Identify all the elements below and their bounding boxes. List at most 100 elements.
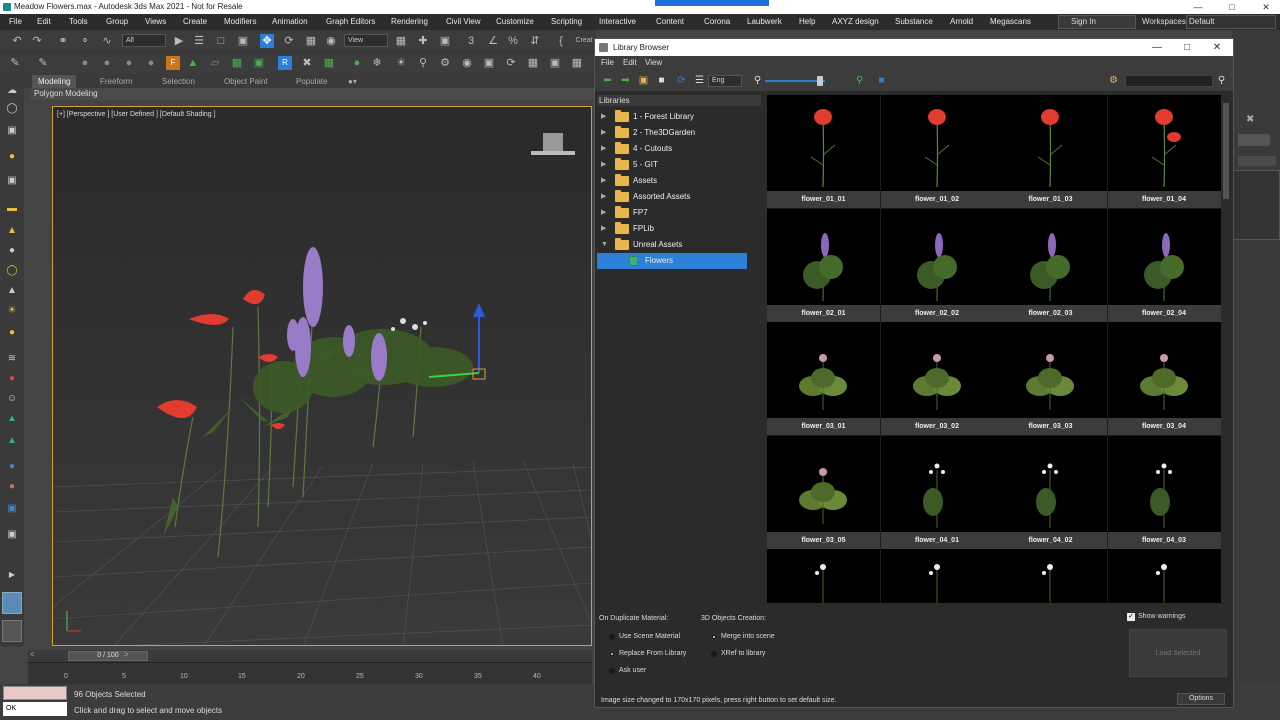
undo-icon[interactable]: ↶ [10,34,24,48]
select-manipulate-icon[interactable]: ▣ [438,34,452,48]
plant-icon[interactable]: ▲ [5,434,19,448]
brush-icon[interactable]: ✎ [8,56,22,70]
light-icon[interactable]: ● [350,56,364,70]
globe-icon[interactable]: ● [5,460,19,474]
asset-tile[interactable]: flower_02_02 [880,208,994,322]
menu-graph-editors[interactable]: Graph Editors [326,14,375,30]
close-icon[interactable]: ✕ [1254,0,1278,14]
library-search-input[interactable] [1125,75,1213,87]
asset-tile[interactable]: flower_03_02 [880,322,994,435]
load-selected-button[interactable]: Load Selected [1129,629,1227,677]
menu-help[interactable]: Help [799,14,815,30]
spring-icon[interactable]: ≋ [5,352,19,366]
workspace-select[interactable]: Default [1186,15,1276,29]
pivot-icon[interactable]: ▦ [394,34,408,48]
snaps-toggle-icon[interactable]: 3 [464,34,478,48]
menu-interactive[interactable]: Interactive [599,14,636,30]
place-icon[interactable]: ◉ [324,34,338,48]
link-icon[interactable]: ⚭ [56,34,70,48]
tree-node-forest-library[interactable]: ▶ 1 - Forest Library [597,109,749,125]
menu-customize[interactable]: Customize [496,14,534,30]
expand-arrow-icon[interactable]: ▶ [601,173,606,189]
network-icon[interactable]: ◉ [460,56,474,70]
prev-frame-icon[interactable]: < [30,650,35,659]
unlink-icon[interactable]: ⚬ [78,34,92,48]
asset-tile[interactable]: flower_01_02 [880,95,994,208]
radio-ask-user[interactable] [609,668,615,674]
zoom-slider-track[interactable] [765,80,825,82]
sphere3-icon[interactable]: ● [122,56,136,70]
railclone-icon[interactable]: R [278,56,292,70]
command-panel-dropdown[interactable] [1238,156,1276,166]
menu-create[interactable]: Create [183,14,207,30]
scrollbar-thumb[interactable] [1223,103,1229,199]
render-setup-icon[interactable]: ▣ [482,56,496,70]
render-iter-icon[interactable]: ▣ [548,56,562,70]
viewport-label[interactable]: [+] [Perspective ] [User Defined ] [Defa… [57,111,216,118]
library-menu-edit[interactable]: Edit [623,56,637,70]
back-arrow-icon[interactable]: ⬅ [601,74,614,87]
radio-use-scene-material[interactable] [609,634,615,640]
library-minimize-icon[interactable]: — [1145,39,1169,56]
menu-edit[interactable]: Edit [37,14,51,30]
redo-icon[interactable]: ↷ [30,34,44,48]
sphere-left-icon[interactable]: ● [5,244,19,258]
rect-selection-icon[interactable]: □ [214,34,228,48]
geosphere-icon[interactable]: ● [5,326,19,340]
time-slider[interactable]: 0 / 100 [68,651,148,661]
expand-arrow-icon[interactable]: ▶ [601,157,606,173]
tree-node-fp7[interactable]: ▶ FP7 [597,205,749,221]
tree-node-assets[interactable]: ▶ Assets [597,173,749,189]
sphere-icon[interactable]: ● [78,56,92,70]
menu-axyz[interactable]: AXYZ design [832,14,879,30]
tab-modeling[interactable]: Modeling [32,75,77,88]
library-close-icon[interactable]: ✕ [1205,39,1229,56]
asset-tile[interactable]: flower_02_04 [1107,208,1221,322]
menu-views[interactable]: Views [145,14,166,30]
menu-corona[interactable]: Corona [704,14,730,30]
tree-node-the3dgarden[interactable]: ▶ 2 - The3DGarden [597,125,749,141]
library-menu-file[interactable]: File [601,56,614,70]
menu-scripting[interactable]: Scripting [551,14,582,30]
timeline-ruler[interactable]: 0 5 10 15 20 25 30 35 40 [28,662,592,684]
options-button[interactable]: Options [1177,693,1225,705]
document-icon[interactable]: ▣ [5,528,19,542]
select-object-icon[interactable]: ▶ [172,34,186,48]
radio-replace-from-library[interactable] [609,651,615,657]
particles-icon[interactable]: ● [5,480,19,494]
asset-tile[interactable]: flower_04_01 [880,435,994,549]
render-icon[interactable]: ▦ [526,56,540,70]
torus-icon[interactable]: ◯ [5,264,19,278]
menu-rendering[interactable]: Rendering [391,14,428,30]
radio-merge-into-scene[interactable] [711,634,717,640]
show-warnings-checkbox[interactable]: ✓ [1127,613,1135,621]
asset-tile-partial[interactable] [880,549,994,603]
asset-tile[interactable]: flower_02_01 [767,208,880,322]
command-panel-icon[interactable]: ✖ [1246,114,1254,125]
table-icon[interactable]: ▦ [322,56,336,70]
search-icon[interactable]: ⚲ [1215,74,1228,87]
paint-icon[interactable]: ✎ [36,56,50,70]
tree-node-unreal-assets[interactable]: ▼ Unreal Assets [597,237,749,253]
asset-tile[interactable]: flower_03_05 [767,435,880,549]
cone-icon[interactable]: ▲ [5,224,19,238]
menu-modifiers[interactable]: Modifiers [224,14,256,30]
shapes-icon[interactable]: ◯ [5,102,19,116]
menu-content[interactable]: Content [656,14,684,30]
zoom-slider-handle[interactable] [817,76,823,86]
asset-tile[interactable]: flower_01_03 [994,95,1107,208]
asset-tile-partial[interactable] [767,549,880,603]
menu-file[interactable]: File [9,14,22,30]
ribbon-options-icon[interactable]: ●▾ [342,75,363,88]
asset-tile[interactable]: flower_01_04 [1107,95,1221,208]
gear-icon[interactable]: ⚙ [438,56,452,70]
menu-substance[interactable]: Substance [895,14,933,30]
expand-arrow-icon[interactable]: ▶ [601,125,606,141]
grass-icon[interactable]: ▱ [208,56,222,70]
open-folder-icon[interactable]: ▣ [637,74,650,87]
asset-tile-partial[interactable] [1107,549,1221,603]
sun-icon[interactable]: ☀ [394,56,408,70]
render-env-icon[interactable]: ▦ [570,56,584,70]
create-icon[interactable]: ☁ [5,84,19,98]
create-selection-set-field[interactable]: Creat [572,34,596,48]
